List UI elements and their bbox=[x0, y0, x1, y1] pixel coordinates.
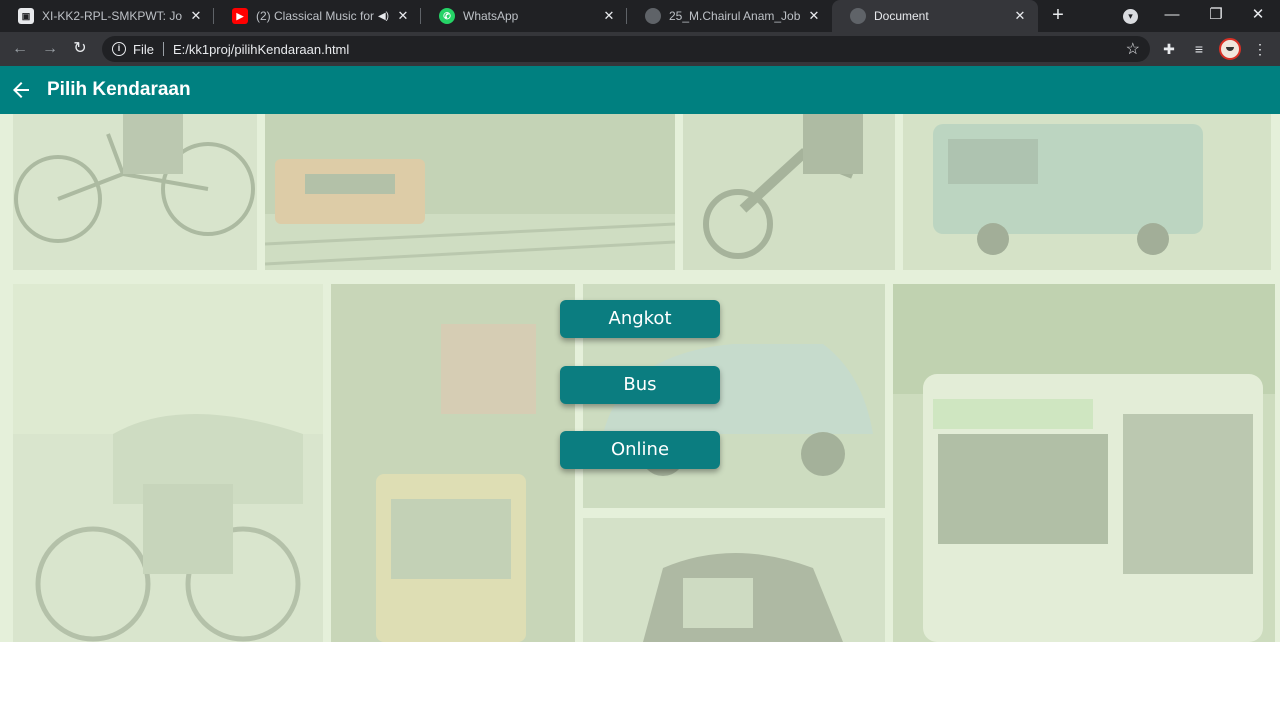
speaker-icon[interactable]: ◀) bbox=[378, 11, 389, 22]
media-queue-icon[interactable]: ≡ bbox=[1188, 38, 1210, 60]
new-tab-button[interactable]: + bbox=[1047, 4, 1069, 26]
minimize-button[interactable]: — bbox=[1150, 0, 1194, 32]
restore-button[interactable]: ❐ bbox=[1194, 0, 1238, 32]
page-title: Pilih Kendaraan bbox=[47, 79, 191, 100]
close-icon[interactable]: ✕ bbox=[188, 8, 204, 24]
tab-title: WhatsApp bbox=[463, 9, 519, 23]
tab-search-icon[interactable]: ▾ bbox=[1123, 9, 1138, 24]
tab-strip: ▣ XI-KK2-RPL-SMKPWT: Jobshe ✕ ▶ (2) Clas… bbox=[0, 0, 1280, 32]
globe-icon bbox=[645, 8, 661, 24]
youtube-icon: ▶ bbox=[232, 8, 248, 24]
url-divider bbox=[162, 42, 164, 56]
tab-title: (2) Classical Music for Re bbox=[256, 9, 374, 23]
menu-icon[interactable]: ⋮ bbox=[1249, 38, 1271, 60]
online-button[interactable]: Online bbox=[560, 431, 720, 469]
app-bar: Pilih Kendaraan bbox=[0, 66, 1280, 114]
tab-classroom[interactable]: ▣ XI-KK2-RPL-SMKPWT: Jobshe ✕ bbox=[0, 0, 214, 32]
forward-nav-button[interactable]: → bbox=[38, 37, 62, 61]
tab-document[interactable]: Document ✕ bbox=[832, 0, 1038, 32]
page-blank-area bbox=[0, 642, 1280, 719]
browser-toolbar: ← → ↻ i File E:/kk1proj/pilihKendaraan.h… bbox=[0, 32, 1280, 66]
whatsapp-icon: ✆ bbox=[439, 8, 455, 24]
classroom-icon: ▣ bbox=[18, 8, 34, 24]
globe-icon bbox=[850, 8, 866, 24]
close-icon[interactable]: ✕ bbox=[601, 8, 617, 24]
bus-button[interactable]: Bus bbox=[560, 366, 720, 404]
extensions-icon[interactable]: ✚ bbox=[1158, 38, 1180, 60]
tab-title: XI-KK2-RPL-SMKPWT: Jobshe bbox=[42, 9, 182, 23]
tab-title: 25_M.Chairul Anam_Jobsheet bbox=[669, 9, 800, 23]
tab-jobsheet[interactable]: 25_M.Chairul Anam_Jobsheet ✕ bbox=[627, 0, 832, 32]
tab-title: Document bbox=[874, 9, 929, 23]
bookmark-star-icon[interactable]: ☆ bbox=[1126, 39, 1140, 59]
reload-button[interactable]: ↻ bbox=[68, 37, 92, 61]
url-scheme: File bbox=[133, 41, 154, 57]
address-bar[interactable]: i File E:/kk1proj/pilihKendaraan.html ☆ bbox=[102, 36, 1150, 62]
arrow-back-icon[interactable] bbox=[9, 78, 33, 102]
profile-avatar[interactable] bbox=[1219, 38, 1241, 60]
back-nav-button[interactable]: ← bbox=[8, 37, 32, 61]
angkot-button[interactable]: Angkot bbox=[560, 300, 720, 338]
close-icon[interactable]: ✕ bbox=[806, 8, 822, 24]
tab-whatsapp[interactable]: ✆ WhatsApp ✕ bbox=[421, 0, 627, 32]
close-icon[interactable]: ✕ bbox=[1012, 8, 1028, 24]
close-icon[interactable]: ✕ bbox=[395, 8, 411, 24]
url-text: E:/kk1proj/pilihKendaraan.html bbox=[172, 41, 350, 57]
info-icon[interactable]: i bbox=[112, 42, 126, 56]
tab-youtube[interactable]: ▶ (2) Classical Music for Re ◀) ✕ bbox=[214, 0, 421, 32]
close-window-button[interactable]: ✕ bbox=[1236, 0, 1280, 32]
